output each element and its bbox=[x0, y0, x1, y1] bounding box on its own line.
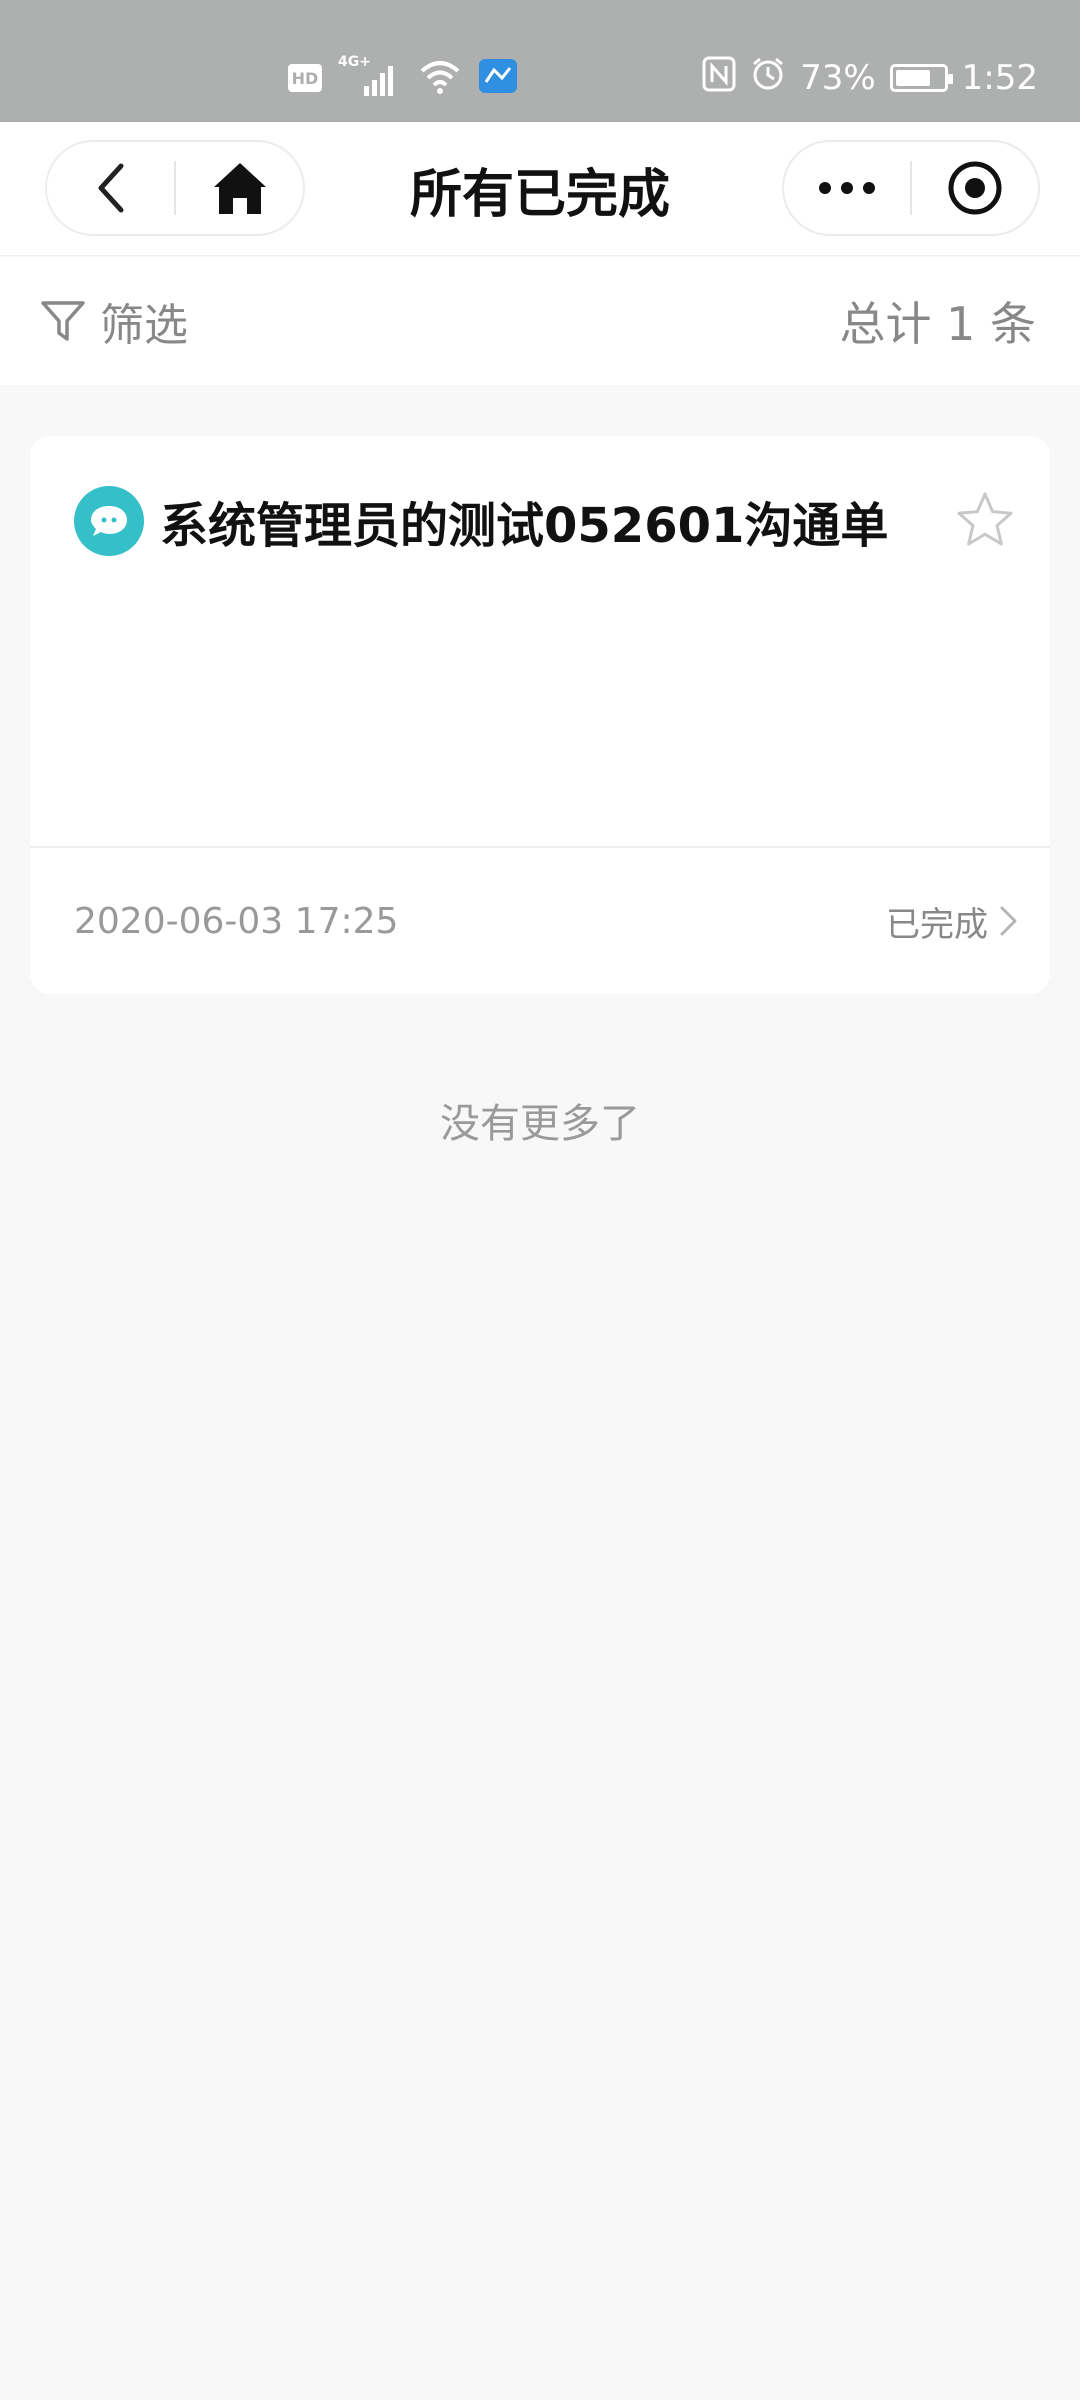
wifi-icon bbox=[418, 57, 462, 99]
record-status-link[interactable]: 已完成 bbox=[886, 848, 1020, 994]
chat-icon bbox=[74, 486, 144, 556]
nav-bar: 所有已完成 bbox=[0, 122, 1080, 256]
page-title: 所有已完成 bbox=[409, 164, 670, 225]
filter-button[interactable]: 筛选 bbox=[40, 257, 188, 385]
favorite-button[interactable] bbox=[950, 484, 1020, 554]
battery-icon bbox=[889, 64, 953, 92]
status-bar: HD 4G+ 73% 1:52 bbox=[0, 0, 1080, 122]
clock: 1:52 bbox=[961, 58, 1038, 98]
record-card: 系统管理员的测试052601沟通单 2020-06-03 17:25 已完成 bbox=[30, 436, 1050, 994]
home-button[interactable] bbox=[176, 142, 303, 234]
record-title: 系统管理员的测试052601沟通单 bbox=[160, 498, 889, 554]
battery-level bbox=[895, 70, 930, 86]
no-more-text: 没有更多了 bbox=[440, 1101, 640, 1147]
status-left-icons: HD 4G+ bbox=[288, 54, 518, 100]
back-icon bbox=[98, 163, 123, 213]
home-icon bbox=[213, 163, 266, 214]
record-icon bbox=[948, 161, 1002, 215]
network-type: 4G+ bbox=[338, 54, 371, 70]
record-card-footer: 2020-06-03 17:25 已完成 bbox=[30, 848, 1050, 994]
nav-capsule-right bbox=[782, 140, 1040, 236]
app-notification-icon bbox=[478, 58, 518, 98]
more-button[interactable] bbox=[784, 142, 910, 234]
close-miniprogram-button[interactable] bbox=[912, 142, 1038, 234]
alarm-icon bbox=[750, 56, 786, 101]
hd-badge: HD bbox=[288, 64, 322, 92]
status-right-icons: 73% 1:52 bbox=[702, 56, 1038, 100]
nfc-icon bbox=[702, 56, 736, 101]
filter-bar: 筛选 总计 1 条 bbox=[0, 257, 1080, 385]
record-status: 已完成 bbox=[886, 904, 988, 945]
record-card-body[interactable]: 系统管理员的测试052601沟通单 bbox=[30, 436, 1050, 846]
back-button[interactable] bbox=[47, 142, 174, 234]
nav-capsule-left bbox=[45, 140, 305, 236]
chevron-right-icon bbox=[1000, 906, 1017, 936]
signal-icon: 4G+ bbox=[338, 54, 402, 98]
more-icon bbox=[819, 182, 875, 194]
record-date: 2020-06-03 17:25 bbox=[74, 900, 399, 942]
total-count: 总计 1 条 bbox=[839, 297, 1036, 351]
filter-label: 筛选 bbox=[100, 300, 188, 351]
filter-icon bbox=[41, 301, 85, 341]
battery-percent: 73% bbox=[800, 58, 876, 98]
star-icon bbox=[957, 492, 1013, 546]
